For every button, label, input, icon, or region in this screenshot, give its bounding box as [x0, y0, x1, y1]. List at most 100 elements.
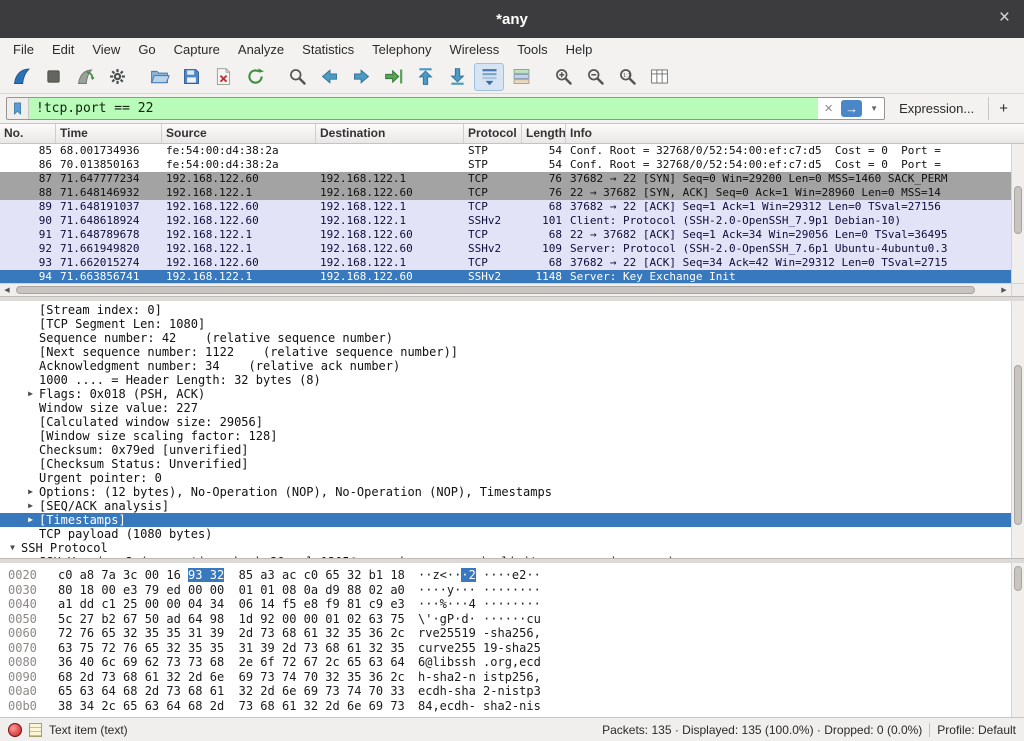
expander-icon[interactable]: ▶ — [22, 485, 39, 499]
find-packet-button[interactable] — [282, 63, 312, 91]
capture-options-button[interactable] — [102, 63, 132, 91]
resize-columns-button[interactable] — [644, 63, 674, 91]
hex-row[interactable]: 00505c 27 b2 67 50 ad 64 98 1d 92 00 00 … — [0, 612, 1011, 627]
bytes-vscrollbar[interactable] — [1011, 563, 1024, 717]
menu-telephony[interactable]: Telephony — [363, 40, 440, 59]
go-forward-button[interactable] — [346, 63, 376, 91]
detail-line[interactable]: [Stream index: 0] — [0, 303, 1011, 317]
menu-view[interactable]: View — [83, 40, 129, 59]
column-header-source[interactable]: Source — [162, 124, 316, 143]
packet-list-hscrollbar[interactable]: ◀ ▶ — [0, 283, 1011, 296]
menu-capture[interactable]: Capture — [165, 40, 229, 59]
menu-wireless[interactable]: Wireless — [440, 40, 508, 59]
detail-line[interactable]: [Window size scaling factor: 128] — [0, 429, 1011, 443]
detail-line[interactable]: ▶Options: (12 bytes), No-Operation (NOP)… — [0, 485, 1011, 499]
capture-stop-button[interactable] — [38, 63, 68, 91]
column-header-protocol[interactable]: Protocol — [464, 124, 522, 143]
title-bar[interactable]: *any × — [0, 0, 1024, 38]
display-filter-field[interactable]: !tcp.port == 22 ✕ → ▼ — [6, 97, 885, 120]
colorize-button[interactable] — [506, 63, 536, 91]
expander-icon[interactable]: ▶ — [22, 513, 39, 527]
scrollbar-thumb[interactable] — [1014, 186, 1022, 235]
packet-row[interactable]: 9071.648618924192.168.122.60192.168.122.… — [0, 214, 1011, 228]
hex-row[interactable]: 007063 75 72 76 65 32 35 35 31 39 2d 73 … — [0, 641, 1011, 656]
window-close-button[interactable]: × — [999, 7, 1010, 29]
auto-scroll-button[interactable] — [474, 63, 504, 91]
scroll-right-icon[interactable]: ▶ — [997, 286, 1011, 294]
scrollbar-thumb[interactable] — [1014, 365, 1022, 524]
filter-expression-button[interactable]: Expression... — [891, 101, 982, 116]
detail-line[interactable]: ▶Flags: 0x018 (PSH, ACK) — [0, 387, 1011, 401]
reload-button[interactable] — [240, 63, 270, 91]
hex-row[interactable]: 009068 2d 73 68 61 32 2d 6e 69 73 74 70 … — [0, 670, 1011, 685]
packet-row[interactable]: 8771.647777234192.168.122.60192.168.122.… — [0, 172, 1011, 186]
expander-icon[interactable]: ▼ — [4, 541, 21, 555]
detail-line[interactable]: SSH Version 2 (encryption:chacha20-poly1… — [0, 555, 1011, 558]
detail-line[interactable]: Window size value: 227 — [0, 401, 1011, 415]
menu-statistics[interactable]: Statistics — [293, 40, 363, 59]
filter-history-caret[interactable]: ▼ — [864, 104, 884, 113]
menu-file[interactable]: File — [4, 40, 43, 59]
detail-line[interactable]: ▶[SEQ/ACK analysis] — [0, 499, 1011, 513]
status-profile[interactable]: Profile: Default — [937, 723, 1016, 737]
hex-row[interactable]: 00a065 63 64 68 2d 73 68 61 32 2d 6e 69 … — [0, 684, 1011, 699]
packet-row[interactable]: 8971.648191037192.168.122.60192.168.122.… — [0, 200, 1011, 214]
go-to-packet-button[interactable] — [378, 63, 408, 91]
menu-help[interactable]: Help — [557, 40, 602, 59]
menu-analyze[interactable]: Analyze — [229, 40, 293, 59]
hex-row[interactable]: 0020c0 a8 7a 3c 00 16 93 32 85 a3 ac c0 … — [0, 568, 1011, 583]
go-first-button[interactable] — [410, 63, 440, 91]
hex-row[interactable]: 0040a1 dd c1 25 00 00 04 34 06 14 f5 e8 … — [0, 597, 1011, 612]
detail-line[interactable]: [Calculated window size: 29056] — [0, 415, 1011, 429]
hex-row[interactable]: 006072 76 65 32 35 35 31 39 2d 73 68 61 … — [0, 626, 1011, 641]
detail-line[interactable]: Urgent pointer: 0 — [0, 471, 1011, 485]
zoom-in-button[interactable] — [548, 63, 578, 91]
display-filter-input[interactable]: !tcp.port == 22 — [29, 98, 818, 119]
detail-line[interactable]: Acknowledgment number: 34 (relative ack … — [0, 359, 1011, 373]
hex-row[interactable]: 008036 40 6c 69 62 73 73 68 2e 6f 72 67 … — [0, 655, 1011, 670]
column-header-time[interactable]: Time — [56, 124, 162, 143]
capture-restart-button[interactable] — [70, 63, 100, 91]
filter-add-button[interactable]: + — [988, 97, 1018, 120]
file-close-button[interactable] — [208, 63, 238, 91]
scroll-left-icon[interactable]: ◀ — [0, 286, 14, 294]
filter-apply-button[interactable]: → — [841, 100, 862, 117]
details-vscrollbar[interactable] — [1011, 301, 1024, 558]
menu-tools[interactable]: Tools — [508, 40, 556, 59]
detail-line[interactable]: [TCP Segment Len: 1080] — [0, 317, 1011, 331]
file-open-button[interactable] — [144, 63, 174, 91]
filter-clear-icon[interactable]: ✕ — [818, 102, 839, 115]
detail-line[interactable]: ▼SSH Protocol — [0, 541, 1011, 555]
packet-row[interactable]: 9371.662015274192.168.122.60192.168.122.… — [0, 256, 1011, 270]
hex-row[interactable]: 00b038 34 2c 65 63 64 68 2d 73 68 61 32 … — [0, 699, 1011, 714]
detail-line[interactable]: [Checksum Status: Unverified] — [0, 457, 1011, 471]
column-header-destination[interactable]: Destination — [316, 124, 464, 143]
column-header-info[interactable]: Info — [566, 124, 1011, 143]
capture-comment-icon[interactable] — [29, 723, 42, 737]
detail-line[interactable]: [Next sequence number: 1122 (relative se… — [0, 345, 1011, 359]
expander-icon[interactable]: ▶ — [22, 387, 39, 401]
zoom-out-button[interactable] — [580, 63, 610, 91]
hex-row[interactable]: 003080 18 00 e3 79 ed 00 00 01 01 08 0a … — [0, 583, 1011, 598]
packet-row[interactable]: 9271.661949820192.168.122.1192.168.122.6… — [0, 242, 1011, 256]
column-header-no[interactable]: No. — [0, 124, 56, 143]
detail-line[interactable]: Sequence number: 42 (relative sequence n… — [0, 331, 1011, 345]
scrollbar-track[interactable] — [14, 284, 997, 296]
menu-go[interactable]: Go — [129, 40, 164, 59]
detail-line[interactable]: 1000 .... = Header Length: 32 bytes (8) — [0, 373, 1011, 387]
go-last-button[interactable] — [442, 63, 472, 91]
scrollbar-thumb[interactable] — [16, 286, 975, 294]
packet-list-vscrollbar[interactable] — [1011, 144, 1024, 283]
capture-start-button[interactable] — [6, 63, 36, 91]
expert-info-icon[interactable] — [8, 723, 22, 737]
detail-line[interactable]: TCP payload (1080 bytes) — [0, 527, 1011, 541]
packet-row[interactable]: 8670.013850163fe:54:00:d4:38:2aSTP54Conf… — [0, 158, 1011, 172]
zoom-original-button[interactable]: 1:1 — [612, 63, 642, 91]
filter-bookmark-icon[interactable] — [7, 98, 29, 119]
detail-line[interactable]: ▶[Timestamps] — [0, 513, 1011, 527]
go-back-button[interactable] — [314, 63, 344, 91]
detail-line[interactable]: Checksum: 0x79ed [unverified] — [0, 443, 1011, 457]
packet-row[interactable]: 8871.648146932192.168.122.1192.168.122.6… — [0, 186, 1011, 200]
file-save-button[interactable] — [176, 63, 206, 91]
scrollbar-thumb[interactable] — [1014, 566, 1022, 591]
